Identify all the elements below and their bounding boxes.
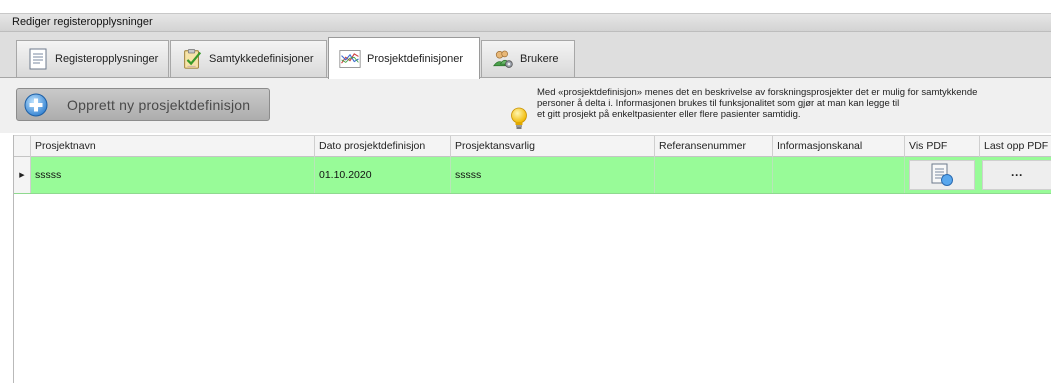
tab-label: Brukere (520, 53, 559, 65)
cell-dato[interactable]: 01.10.2020 (315, 157, 451, 193)
info-text: Med «prosjektdefinisjon» menes det en be… (537, 87, 1051, 120)
column-header-ansvarlig[interactable]: Prosjektansvarlig (451, 136, 655, 157)
project-definitions-grid: Prosjektnavn Dato prosjektdefinisjon Pro… (13, 135, 1051, 383)
column-header-last-opp-pdf[interactable]: Last opp PDF (980, 136, 1051, 157)
row-indicator: ▶ (14, 157, 31, 193)
create-button-label: Opprett ny prosjektdefinisjon (67, 97, 251, 113)
column-header-prosjektnavn[interactable]: Prosjektnavn (31, 136, 315, 157)
column-header-dato[interactable]: Dato prosjektdefinisjon (315, 136, 451, 157)
column-header-vis-pdf[interactable]: Vis PDF (905, 136, 980, 157)
tab-registeropplysninger[interactable]: Registeropplysninger (16, 40, 169, 77)
users-gear-icon (492, 48, 514, 70)
cell-prosjektnavn[interactable]: sssss (31, 157, 315, 193)
tab-samtykkedefinisjoner[interactable]: Samtykkedefinisjoner (170, 40, 327, 77)
tab-brukere[interactable]: Brukere (481, 40, 575, 77)
pdf-view-icon (931, 163, 953, 186)
column-header-kanal[interactable]: Informasjonskanal (773, 136, 905, 157)
info-line: et gitt prosjekt på enkeltpasienter elle… (537, 109, 801, 120)
info-line: Med «prosjektdefinisjon» menes det en be… (537, 87, 978, 98)
column-header-referanse[interactable]: Referansenummer (655, 136, 773, 157)
create-project-definition-button[interactable]: Opprett ny prosjektdefinisjon (16, 88, 270, 121)
document-icon (27, 48, 49, 70)
table-row[interactable]: ▶ sssss 01.10.2020 sssss ··· (14, 157, 1051, 194)
grid-header: Prosjektnavn Dato prosjektdefinisjon Pro… (14, 135, 1051, 157)
info-line: personer å delta i. Informasjonen brukes… (537, 98, 900, 109)
tab-prosjektdefinisjoner[interactable]: Prosjektdefinisjoner (328, 37, 480, 79)
chart-icon (339, 48, 361, 70)
upload-pdf-button[interactable]: ··· (982, 160, 1051, 190)
tab-label: Samtykkedefinisjoner (209, 53, 314, 65)
window-title: Rediger registeropplysninger (12, 16, 153, 28)
cell-referanse[interactable] (655, 157, 773, 193)
clipboard-check-icon (181, 48, 203, 70)
view-pdf-button[interactable] (909, 160, 975, 190)
window-titlebar: Rediger registeropplysninger (0, 13, 1051, 32)
lightbulb-icon (511, 107, 527, 129)
tab-label: Prosjektdefinisjoner (367, 52, 463, 65)
row-indicator-header (14, 136, 31, 157)
cell-kanal[interactable] (773, 157, 905, 193)
plus-circle-icon (24, 93, 48, 116)
tab-label: Registeropplysninger (55, 53, 159, 65)
cell-ansvarlig[interactable]: sssss (451, 157, 655, 193)
